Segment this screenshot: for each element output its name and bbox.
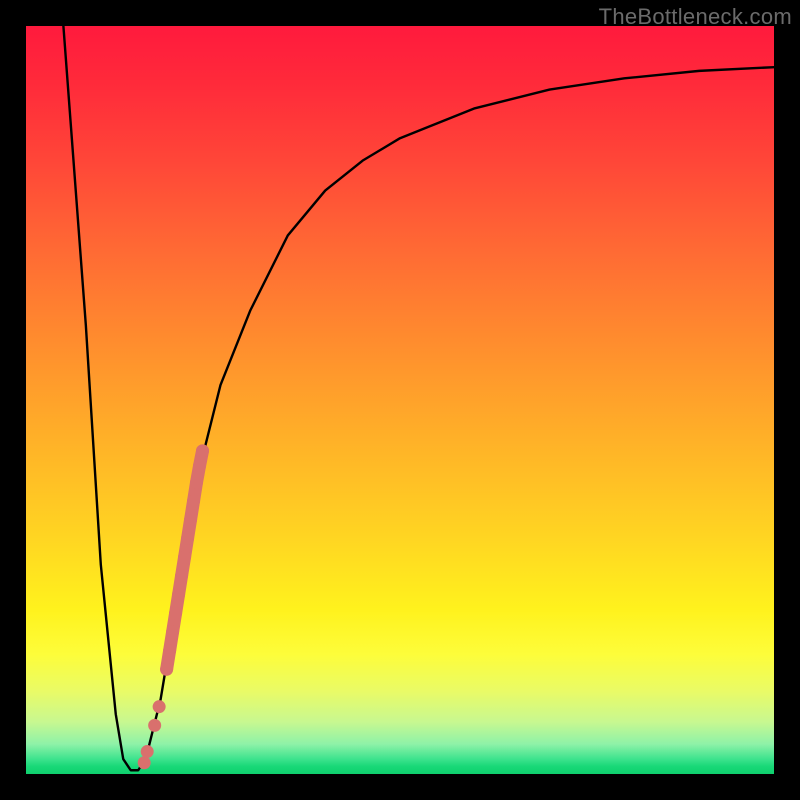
highlight-dot xyxy=(160,663,173,676)
highlight-dot xyxy=(153,700,166,713)
highlight-dot xyxy=(193,459,206,472)
highlight-dot xyxy=(196,444,209,457)
highlight-dot xyxy=(175,569,188,582)
highlight-dot xyxy=(163,644,176,657)
highlight-dot xyxy=(169,607,182,620)
highlight-dot xyxy=(190,476,203,489)
plot-area xyxy=(26,26,774,774)
highlight-dot xyxy=(148,719,161,732)
highlight-dot xyxy=(181,532,194,545)
highlight-dot xyxy=(166,625,179,638)
highlight-points xyxy=(138,444,209,769)
highlight-dot xyxy=(141,745,154,758)
highlight-dot xyxy=(184,513,197,526)
highlight-dot xyxy=(172,588,185,601)
chart-frame: TheBottleneck.com xyxy=(0,0,800,800)
highlight-dot xyxy=(178,551,191,564)
chart-svg xyxy=(26,26,774,774)
highlight-dot xyxy=(187,494,200,507)
highlight-dot xyxy=(138,756,151,769)
